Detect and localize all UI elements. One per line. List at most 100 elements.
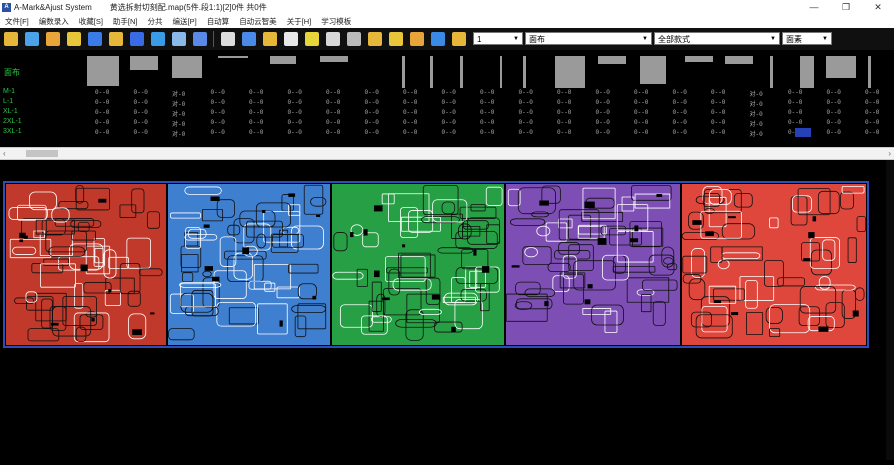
menu-auto[interactable]: 自动算 (202, 16, 235, 27)
selected-cell-highlight[interactable] (795, 128, 811, 137)
quantity-cell[interactable]: 0--0 (288, 89, 302, 96)
quantity-cell[interactable]: 0--0 (211, 129, 225, 136)
pattern-piece[interactable] (270, 56, 296, 64)
marker-block[interactable] (6, 184, 166, 345)
quantity-cell[interactable]: 0--0 (865, 119, 879, 126)
quantity-cell[interactable]: 0--0 (711, 99, 725, 106)
quantity-cell[interactable]: 0--0 (134, 129, 148, 136)
marker-layout[interactable] (0, 160, 894, 460)
cut-icon[interactable] (367, 32, 382, 46)
quantity-cell[interactable]: 0--0 (673, 119, 687, 126)
close-button[interactable]: ✕ (862, 0, 894, 14)
count-select[interactable]: 1 ▼ (473, 32, 523, 45)
menu-about[interactable]: 关于[H] (282, 16, 317, 27)
pattern-piece[interactable] (685, 56, 713, 62)
quantity-cell[interactable]: 0--0 (827, 119, 841, 126)
pattern-piece[interactable] (172, 56, 202, 78)
quantity-cell[interactable]: 0--0 (519, 129, 533, 136)
quantity-cell[interactable]: 0--0 (596, 109, 610, 116)
quantity-cell[interactable]: 0--0 (673, 89, 687, 96)
pattern-piece[interactable] (87, 56, 119, 86)
quantity-cell[interactable]: 0--0 (480, 119, 494, 126)
menu-templates[interactable]: 学习模板 (316, 16, 356, 27)
quantity-cell[interactable]: 0--0 (634, 89, 648, 96)
quantity-cell[interactable]: 对-0 (172, 129, 185, 138)
menu-edit[interactable]: 编送[P] (168, 16, 202, 27)
pattern-piece[interactable] (460, 56, 463, 88)
menu-auto-cloud[interactable]: 自动云智美 (234, 16, 282, 27)
quantity-cell[interactable]: 0--0 (249, 99, 263, 106)
fit-icon[interactable] (192, 32, 207, 46)
quantity-cell[interactable]: 0--0 (788, 119, 802, 126)
pattern-piece[interactable] (430, 56, 433, 88)
import-icon[interactable] (24, 32, 39, 46)
mirror-icon[interactable] (346, 32, 361, 46)
font-icon[interactable] (388, 32, 403, 46)
pattern-piece[interactable] (826, 56, 856, 78)
pattern-piece[interactable] (800, 56, 814, 88)
quantity-cell[interactable]: 对-0 (750, 109, 763, 118)
quantity-cell[interactable]: 0--0 (827, 129, 841, 136)
pattern-piece[interactable] (402, 56, 405, 88)
marker-block[interactable] (332, 184, 504, 345)
fabric-select[interactable]: 面布 ▼ (525, 32, 652, 45)
material-select[interactable]: 面素 ▼ (782, 32, 832, 45)
quantity-cell[interactable]: 0--0 (827, 89, 841, 96)
quantity-cell[interactable]: 0--0 (134, 99, 148, 106)
quantity-cell[interactable]: 0--0 (827, 109, 841, 116)
quantity-cell[interactable]: 0--0 (326, 109, 340, 116)
pattern-piece[interactable] (130, 56, 158, 70)
pattern-piece[interactable] (598, 56, 626, 64)
vertical-scrollbar[interactable] (886, 160, 894, 460)
pattern-piece-strip[interactable] (0, 50, 894, 88)
quantity-cell[interactable]: 0--0 (711, 109, 725, 116)
quantity-cell[interactable]: 0--0 (249, 129, 263, 136)
quantity-cell[interactable]: 0--0 (596, 89, 610, 96)
quantity-cell[interactable]: 0--0 (788, 89, 802, 96)
quantity-cell[interactable]: 0--0 (711, 119, 725, 126)
layout-icon[interactable] (262, 32, 277, 46)
quantity-cell[interactable]: 0--0 (442, 89, 456, 96)
quantity-cell[interactable]: 0--0 (865, 109, 879, 116)
quantity-cell[interactable]: 0--0 (365, 109, 379, 116)
settings-icon[interactable] (430, 32, 445, 46)
piece-icon[interactable] (304, 32, 319, 46)
select-icon[interactable] (220, 32, 235, 46)
pattern-piece[interactable] (500, 56, 502, 88)
menu-favorites[interactable]: 收藏[S] (74, 16, 108, 27)
quantity-cell[interactable]: 0--0 (326, 89, 340, 96)
color-icon[interactable] (409, 32, 424, 46)
marker-block[interactable] (505, 184, 680, 345)
scroll-right-icon[interactable]: › (888, 148, 891, 159)
quantity-cell[interactable]: 0--0 (634, 129, 648, 136)
quantity-cell[interactable]: 0--0 (519, 119, 533, 126)
redo-icon[interactable] (129, 32, 144, 46)
quantity-cell[interactable]: 0--0 (480, 89, 494, 96)
quantity-cell[interactable]: 0--0 (403, 99, 417, 106)
quantity-cell[interactable]: 0--0 (326, 119, 340, 126)
pattern-piece[interactable] (320, 56, 348, 62)
quantity-cell[interactable]: 0--0 (634, 109, 648, 116)
quantity-cell[interactable]: 0--0 (442, 109, 456, 116)
folder-icon[interactable] (66, 32, 81, 46)
quantity-cell[interactable]: 0--0 (288, 109, 302, 116)
quantity-cell[interactable]: 0--0 (134, 109, 148, 116)
pattern-piece[interactable] (218, 56, 248, 58)
quantity-cell[interactable]: 0--0 (365, 99, 379, 106)
mark-icon[interactable] (283, 32, 298, 46)
pattern-piece[interactable] (770, 56, 773, 88)
quantity-cell[interactable]: 0--0 (211, 119, 225, 126)
quantity-cell[interactable]: 0--0 (95, 89, 109, 96)
undo-icon[interactable] (108, 32, 123, 46)
quantity-cell[interactable]: 0--0 (711, 89, 725, 96)
pattern-piece[interactable] (555, 56, 585, 88)
quantity-cell[interactable]: 0--0 (788, 99, 802, 106)
quantity-cell[interactable]: 对-0 (750, 89, 763, 98)
quantity-cell[interactable]: 0--0 (326, 99, 340, 106)
quantity-cell[interactable]: 0--0 (480, 109, 494, 116)
restore-button[interactable]: ❐ (830, 0, 862, 14)
quantity-cell[interactable]: 0--0 (788, 109, 802, 116)
open-icon[interactable] (3, 32, 18, 46)
quantity-cell[interactable]: 0--0 (365, 119, 379, 126)
quantity-cell[interactable]: 0--0 (442, 119, 456, 126)
